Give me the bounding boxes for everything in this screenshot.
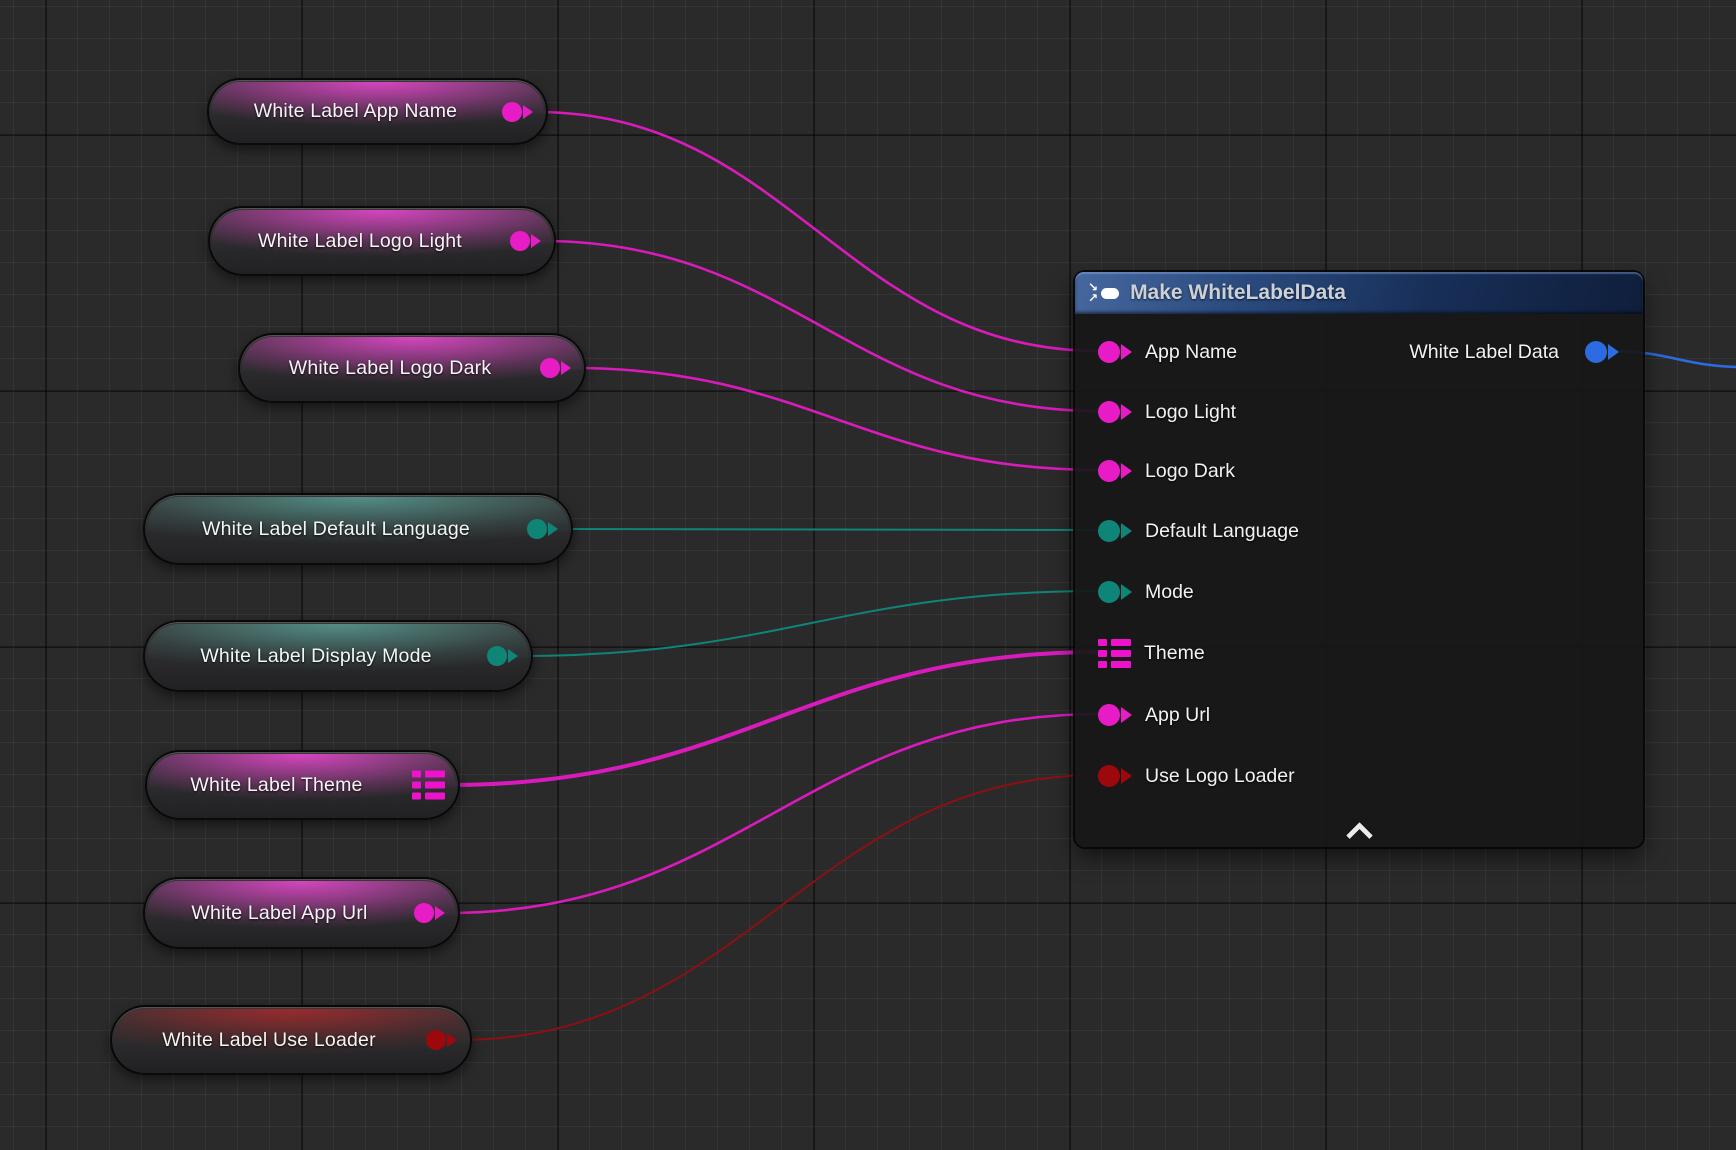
enum-input-pin[interactable] — [1098, 520, 1132, 542]
node-label: White Label Use Loader — [162, 1029, 420, 1052]
node-label: White Label Logo Dark — [289, 357, 536, 380]
node-label: White Label Default Language — [202, 518, 514, 541]
node-get-white-label-logo-light[interactable]: White Label Logo Light — [208, 206, 556, 276]
pin-row-use-logo-loader: Use Logo Loader — [1075, 759, 1643, 793]
node-label: White Label App Name — [254, 100, 501, 123]
chevron-up-icon — [1346, 822, 1373, 849]
node-header[interactable]: ↘↗ Make WhiteLabelData — [1075, 272, 1643, 314]
pin-row-app-url: App Url — [1075, 698, 1643, 732]
pin-row-mode: Mode — [1075, 575, 1643, 609]
pin-label: White Label Data — [1409, 341, 1559, 364]
wire-display-mode[interactable] — [518, 591, 1100, 656]
node-get-white-label-logo-dark[interactable]: White Label Logo Dark — [238, 333, 586, 403]
node-label: White Label Logo Light — [258, 230, 506, 253]
node-get-white-label-display-mode[interactable]: White Label Display Mode — [143, 620, 533, 692]
node-get-white-label-app-url[interactable]: White Label App Url — [143, 877, 460, 949]
wire-logo-light[interactable] — [542, 241, 1100, 411]
node-label: White Label App Url — [191, 902, 411, 925]
wire-app-url[interactable] — [446, 714, 1100, 913]
bool-output-pin[interactable] — [426, 1030, 457, 1050]
pin-row-logo-dark: Logo Dark — [1075, 454, 1643, 488]
wire-default-language[interactable] — [558, 529, 1100, 530]
bool-input-pin[interactable] — [1098, 765, 1132, 787]
pin-label: App Url — [1145, 704, 1210, 727]
make-struct-icon: ↘↗ — [1088, 282, 1119, 304]
string-output-pin[interactable] — [510, 231, 541, 251]
node-get-white-label-app-name[interactable]: White Label App Name — [207, 78, 548, 145]
node-label: White Label Theme — [190, 774, 414, 797]
pin-label: Theme — [1144, 642, 1205, 665]
pin-label: Default Language — [1145, 520, 1299, 543]
enum-output-pin[interactable] — [487, 646, 518, 666]
node-make-whitelabeldata[interactable]: ↘↗ Make WhiteLabelData App Name Logo Lig… — [1075, 272, 1643, 847]
node-get-white-label-default-language[interactable]: White Label Default Language — [143, 493, 573, 565]
string-input-pin[interactable] — [1098, 401, 1132, 423]
wire-use-loader[interactable] — [458, 775, 1100, 1040]
enum-input-pin[interactable] — [1098, 581, 1132, 603]
pin-row-white-label-data: White Label Data — [1075, 335, 1643, 369]
node-get-white-label-theme[interactable]: White Label Theme — [145, 750, 460, 820]
string-output-pin[interactable] — [414, 903, 445, 923]
node-title: Make WhiteLabelData — [1130, 281, 1346, 305]
pin-label: Logo Dark — [1145, 460, 1235, 483]
pin-row-default-language: Default Language — [1075, 514, 1643, 548]
pin-label: Use Logo Loader — [1145, 765, 1295, 788]
wire-app-name[interactable] — [536, 112, 1100, 351]
enum-output-pin[interactable] — [527, 519, 558, 539]
struct-input-pin[interactable] — [1098, 639, 1131, 668]
struct-output-pin[interactable] — [1585, 341, 1619, 363]
blueprint-graph-canvas[interactable]: White Label App Name White Label Logo Li… — [0, 0, 1736, 1150]
string-input-pin[interactable] — [1098, 704, 1132, 726]
pin-label: Mode — [1145, 581, 1194, 604]
string-output-pin[interactable] — [502, 102, 533, 122]
pin-row-theme: Theme — [1075, 636, 1643, 670]
wire-logo-dark[interactable] — [572, 368, 1100, 470]
node-label: White Label Display Mode — [200, 645, 475, 668]
pin-row-logo-light: Logo Light — [1075, 395, 1643, 429]
string-input-pin[interactable] — [1098, 460, 1132, 482]
theme-struct-icon — [412, 771, 445, 800]
string-output-pin[interactable] — [540, 358, 571, 378]
wire-theme[interactable] — [450, 652, 1100, 785]
pin-label: Logo Light — [1145, 401, 1236, 424]
node-get-white-label-use-loader[interactable]: White Label Use Loader — [110, 1005, 472, 1075]
collapse-node-button[interactable] — [1342, 817, 1376, 843]
struct-output-pin[interactable] — [412, 771, 445, 800]
theme-struct-icon — [1098, 639, 1131, 668]
